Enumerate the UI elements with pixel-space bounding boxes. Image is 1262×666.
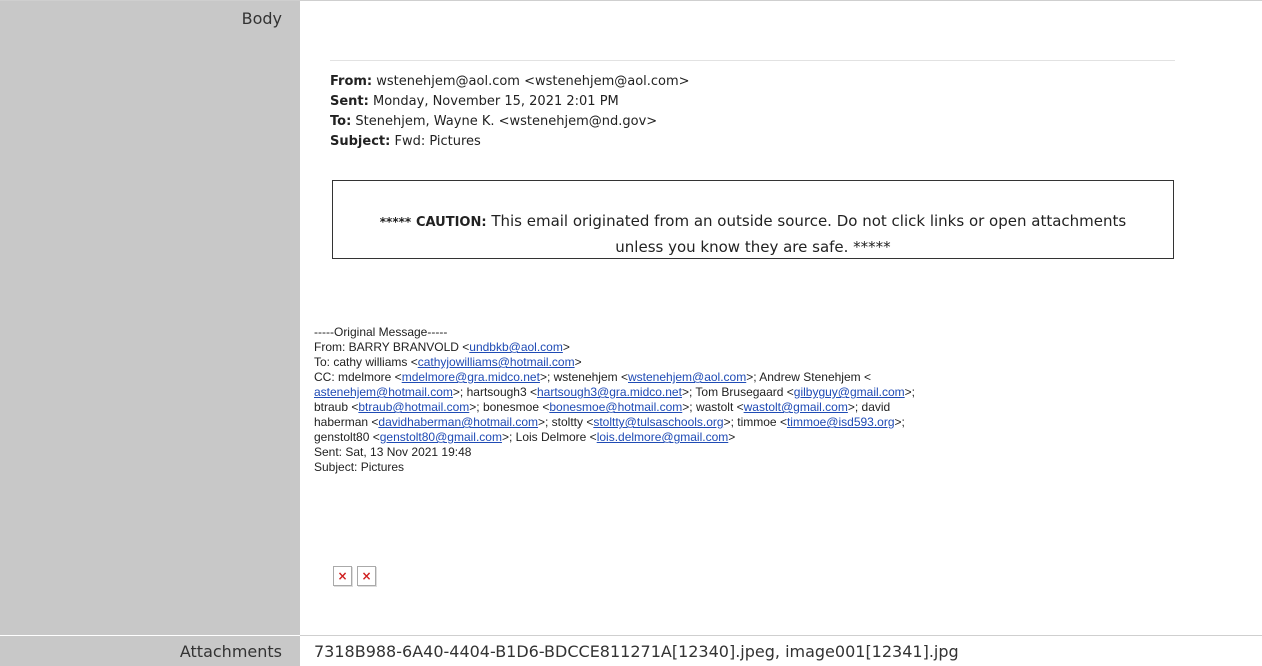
caution-stars: ***** (379, 215, 412, 229)
cc-text: >; wstenehjem < (539, 370, 628, 384)
email-link[interactable]: astenehjem@hotmail.com (314, 385, 453, 399)
cc-text: haberman < (314, 415, 379, 429)
cc-text: >; (904, 385, 916, 399)
email-link[interactable]: davidhaberman@hotmail.com (378, 415, 538, 429)
sent-value: Monday, November 15, 2021 2:01 PM (373, 94, 619, 109)
cc-text: >; Lois Delmore < (501, 430, 597, 444)
broken-image-icon: × (337, 569, 348, 583)
caution-line-2: unless you know they are safe. ***** (615, 238, 891, 256)
original-subject-line: Subject: Pictures (314, 460, 405, 474)
broken-image-1[interactable]: × (333, 566, 352, 586)
cc-text: >; hartsough3 < (452, 385, 537, 399)
original-to-text: To: cathy williams < (314, 355, 418, 369)
broken-image-icon: × (361, 569, 372, 583)
email-link[interactable]: gilbyguy@gmail.com (794, 385, 905, 399)
cc-text: genstolt80 < (314, 430, 380, 444)
to-line: To: Stenehjem, Wayne K. <wstenehjem@nd.g… (330, 112, 1180, 132)
to-value: Stenehjem, Wayne K. <wstenehjem@nd.gov> (355, 114, 658, 129)
cc-text: >; Tom Brusegaard < (681, 385, 794, 399)
cc-text: >; bonesmoe < (469, 400, 550, 414)
from-line: From: wstenehjem@aol.com <wstenehjem@aol… (330, 72, 1180, 92)
cc-text: btraub < (314, 400, 359, 414)
cc-text: >; wastolt < (682, 400, 744, 414)
body-field-label: Body (241, 9, 282, 28)
cc-text: >; david (847, 400, 891, 414)
attachments-label-column: Attachments (0, 636, 300, 666)
cc-text: >; stoltty < (537, 415, 594, 429)
email-link[interactable]: btraub@hotmail.com (358, 400, 469, 414)
cc-text: > (728, 430, 736, 444)
email-link[interactable]: mdelmore@gra.midco.net (402, 370, 540, 384)
from-value: wstenehjem@aol.com <wstenehjem@aol.com> (376, 74, 690, 89)
forwarded-email-header: From: wstenehjem@aol.com <wstenehjem@aol… (330, 60, 1180, 152)
subject-label: Subject: (330, 134, 391, 149)
body-label-column: Body (0, 1, 300, 635)
attachments-field-label: Attachments (179, 642, 282, 661)
email-link[interactable]: wstenehjem@aol.com (628, 370, 746, 384)
broken-image-2[interactable]: × (357, 566, 376, 586)
email-link[interactable]: undbkb@aol.com (469, 340, 563, 354)
email-link[interactable]: timmoe@isd593.org (787, 415, 895, 429)
email-link[interactable]: lois.delmore@gmail.com (597, 430, 729, 444)
email-link[interactable]: genstolt80@gmail.com (380, 430, 502, 444)
cc-text: >; timmoe < (723, 415, 787, 429)
caution-text-1: This email originated from an outside so… (491, 212, 1127, 230)
attachments-value[interactable]: 7318B988-6A40-4404-B1D6-BDCCE811271A[123… (314, 642, 959, 661)
from-label: From: (330, 74, 373, 89)
original-from-line: From: BARRY BRANVOLD <undbkb@aol.com> (314, 340, 570, 354)
original-to-line: To: cathy williams <cathyjowilliams@hotm… (314, 355, 582, 369)
header-separator (330, 60, 1175, 61)
original-cc-block: CC: mdelmore <mdelmore@gra.midco.net>; w… (314, 370, 1174, 445)
cc-text: >; Andrew Stenehjem < (746, 370, 871, 384)
sent-line: Sent: Monday, November 15, 2021 2:01 PM (330, 92, 1180, 112)
original-message: -----Original Message----- From: BARRY B… (314, 325, 1174, 475)
email-link[interactable]: hartsough3@gra.midco.net (537, 385, 682, 399)
caution-label: CAUTION: (415, 215, 487, 230)
email-link[interactable]: wastolt@gmail.com (744, 400, 848, 414)
email-record-view: Body From: wstenehjem@aol.com <wstenehje… (0, 0, 1262, 666)
caution-banner: ***** CAUTION: This email originated fro… (332, 180, 1174, 259)
original-message-header: -----Original Message----- (314, 325, 448, 339)
cc-text: >; (894, 415, 905, 429)
section-divider (300, 635, 1262, 636)
caution-line-1: ***** CAUTION: This email originated fro… (333, 209, 1173, 235)
subject-value: Fwd: Pictures (394, 134, 481, 149)
to-label: To: (330, 114, 352, 129)
cc-text: CC: mdelmore < (314, 370, 402, 384)
email-link[interactable]: bonesmoe@hotmail.com (549, 400, 682, 414)
original-sent-line: Sent: Sat, 13 Nov 2021 19:48 (314, 445, 472, 459)
email-link[interactable]: cathyjowilliams@hotmail.com (418, 355, 575, 369)
original-from-text: From: BARRY BRANVOLD < (314, 340, 470, 354)
email-link[interactable]: stoltty@tulsaschools.org (593, 415, 723, 429)
subject-line: Subject: Fwd: Pictures (330, 132, 1180, 152)
sent-label: Sent: (330, 94, 369, 109)
